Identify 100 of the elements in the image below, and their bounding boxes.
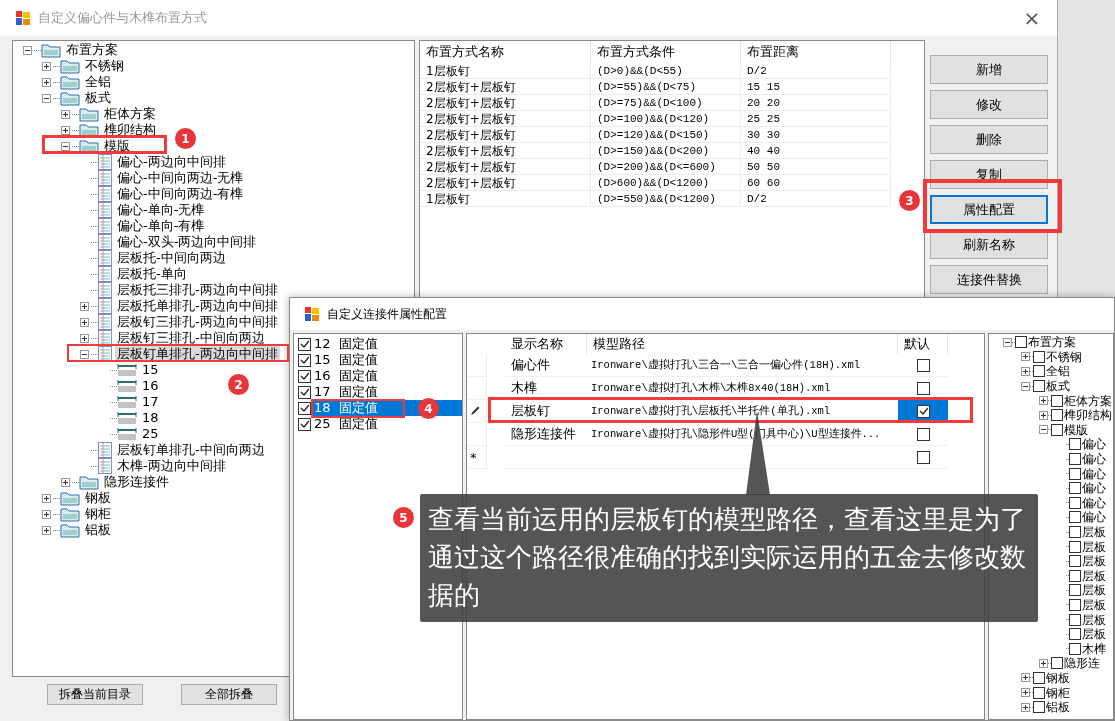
- tree-item[interactable]: 偏心: [1081, 495, 1106, 510]
- tree-item[interactable]: 板式: [1045, 379, 1070, 394]
- tree-item[interactable]: 偏心-单向-有榫: [115, 218, 207, 234]
- tree-item[interactable]: 钢柜: [1045, 685, 1070, 700]
- collapse-button[interactable]: 全部拆叠: [181, 684, 277, 705]
- tree-item[interactable]: 偏心-中间向两边-有榫: [115, 186, 246, 202]
- plus-box-icon[interactable]: [42, 77, 51, 87]
- tree-item[interactable]: 18: [140, 410, 161, 426]
- tree-item[interactable]: 偏心-两边向中间排: [115, 154, 228, 170]
- checkbox[interactable]: [916, 404, 930, 418]
- tree-item[interactable]: 偏心: [1081, 452, 1106, 467]
- tree-item[interactable]: 偏心: [1081, 510, 1106, 525]
- checkbox[interactable]: [298, 369, 311, 383]
- checkbox[interactable]: [1069, 438, 1081, 451]
- tree-item[interactable]: 布置方案: [64, 42, 120, 58]
- tree-item[interactable]: 柜体方案: [1063, 393, 1112, 408]
- action-button[interactable]: 删除: [930, 125, 1048, 154]
- checkbox[interactable]: [1069, 496, 1081, 509]
- tree-item[interactable]: 层板: [1081, 598, 1106, 612]
- checkbox[interactable]: [1033, 686, 1045, 699]
- column-header[interactable]: 布置距离: [741, 41, 891, 63]
- column-header[interactable]: 布置方式条件: [591, 41, 741, 63]
- plus-box-icon[interactable]: [1021, 702, 1030, 712]
- checkbox[interactable]: [1069, 467, 1081, 480]
- tree-item[interactable]: 层板: [1081, 627, 1106, 642]
- column-header[interactable]: 模型路径: [587, 334, 898, 354]
- plus-box-icon[interactable]: [42, 509, 51, 519]
- action-button[interactable]: 修改: [930, 90, 1048, 119]
- checkbox[interactable]: [916, 450, 930, 464]
- tree-item[interactable]: 模版: [102, 138, 132, 154]
- checkbox[interactable]: [1051, 657, 1063, 670]
- tree-item[interactable]: 钢柜: [83, 506, 113, 522]
- checkbox[interactable]: [298, 401, 311, 415]
- checkbox[interactable]: [1069, 526, 1081, 538]
- tree-item[interactable]: 层板托-单向: [115, 266, 189, 282]
- checkbox[interactable]: [1069, 628, 1081, 641]
- tree-item[interactable]: 铝板: [83, 522, 113, 538]
- tree-item[interactable]: 16: [140, 378, 161, 394]
- tree-item[interactable]: 模版: [1063, 422, 1088, 437]
- minus-box-icon[interactable]: [80, 349, 89, 359]
- plus-box-icon[interactable]: [1021, 673, 1030, 683]
- checkbox[interactable]: [1069, 613, 1081, 626]
- tree-item[interactable]: 偏心: [1081, 437, 1106, 452]
- plus-box-icon[interactable]: [80, 333, 89, 343]
- list-item[interactable]: 12 固定值: [311, 336, 462, 352]
- tree-item[interactable]: 层板托单排孔-两边向中间排: [115, 298, 280, 314]
- plus-box-icon[interactable]: [80, 301, 89, 311]
- checkbox[interactable]: [916, 358, 930, 372]
- checkbox[interactable]: [1069, 584, 1081, 597]
- checkbox[interactable]: [298, 385, 311, 399]
- checkbox[interactable]: [1051, 394, 1063, 407]
- checkbox[interactable]: [298, 353, 311, 367]
- checkbox[interactable]: [1051, 409, 1063, 422]
- tree-item[interactable]: 17: [140, 394, 161, 410]
- minus-box-icon[interactable]: [1021, 381, 1030, 391]
- minus-box-icon[interactable]: [42, 93, 51, 103]
- tree-item[interactable]: 钢板: [1045, 670, 1070, 685]
- plus-box-icon[interactable]: [61, 477, 70, 487]
- tree-item[interactable]: 层板: [1081, 554, 1106, 569]
- tree-item[interactable]: 全铝: [83, 74, 113, 90]
- minus-box-icon[interactable]: [1003, 337, 1012, 347]
- plus-box-icon[interactable]: [80, 317, 89, 327]
- column-header[interactable]: 默认: [898, 334, 948, 354]
- plus-box-icon[interactable]: [61, 125, 70, 135]
- checkbox[interactable]: [1069, 511, 1081, 524]
- checkbox[interactable]: [1069, 555, 1081, 568]
- list-item[interactable]: 16 固定值: [311, 368, 462, 384]
- checkbox[interactable]: [298, 417, 311, 431]
- column-header[interactable]: 显示名称: [505, 334, 587, 354]
- tree-item[interactable]: 榫卯结构: [1063, 408, 1112, 423]
- list-item[interactable]: 25 固定值: [311, 416, 462, 432]
- tree-item[interactable]: 全铝: [1045, 364, 1070, 379]
- plus-box-icon[interactable]: [1039, 396, 1048, 406]
- checkbox[interactable]: [298, 337, 311, 351]
- tree-item[interactable]: 层板钉三排孔-中间向两边: [115, 330, 267, 346]
- tree-item[interactable]: 层板钉三排孔-两边向中间排: [115, 314, 280, 330]
- checkbox[interactable]: [1051, 423, 1063, 436]
- minus-box-icon[interactable]: [1039, 425, 1048, 435]
- tree-item[interactable]: 偏心-单向-无榫: [115, 202, 207, 218]
- tree-item[interactable]: 15: [140, 362, 161, 378]
- tree-item[interactable]: 25: [140, 426, 161, 442]
- checkbox[interactable]: [1033, 380, 1045, 393]
- minus-box-icon[interactable]: [61, 141, 70, 151]
- checkbox[interactable]: [1069, 482, 1081, 495]
- checkbox[interactable]: [1033, 365, 1045, 378]
- column-header[interactable]: 布置方式名称: [420, 41, 591, 63]
- tree-item[interactable]: 板式: [83, 90, 113, 106]
- checkbox[interactable]: [1033, 671, 1045, 684]
- tree-item[interactable]: 层板托-中间向两边: [115, 250, 228, 266]
- action-button[interactable]: 连接件替换: [930, 265, 1048, 294]
- tree-item[interactable]: 隐形连: [1063, 656, 1100, 671]
- plus-box-icon[interactable]: [1021, 367, 1030, 376]
- row-header[interactable]: [467, 400, 487, 423]
- plus-box-icon[interactable]: [1021, 352, 1030, 362]
- tree-item[interactable]: 层板: [1081, 539, 1106, 554]
- tree-item[interactable]: 层板: [1081, 568, 1106, 583]
- plus-box-icon[interactable]: [61, 109, 70, 119]
- tree-item[interactable]: 钢板: [83, 490, 113, 506]
- tree-item[interactable]: 不锈钢: [83, 58, 126, 74]
- tree-item[interactable]: 不锈钢: [1045, 349, 1082, 364]
